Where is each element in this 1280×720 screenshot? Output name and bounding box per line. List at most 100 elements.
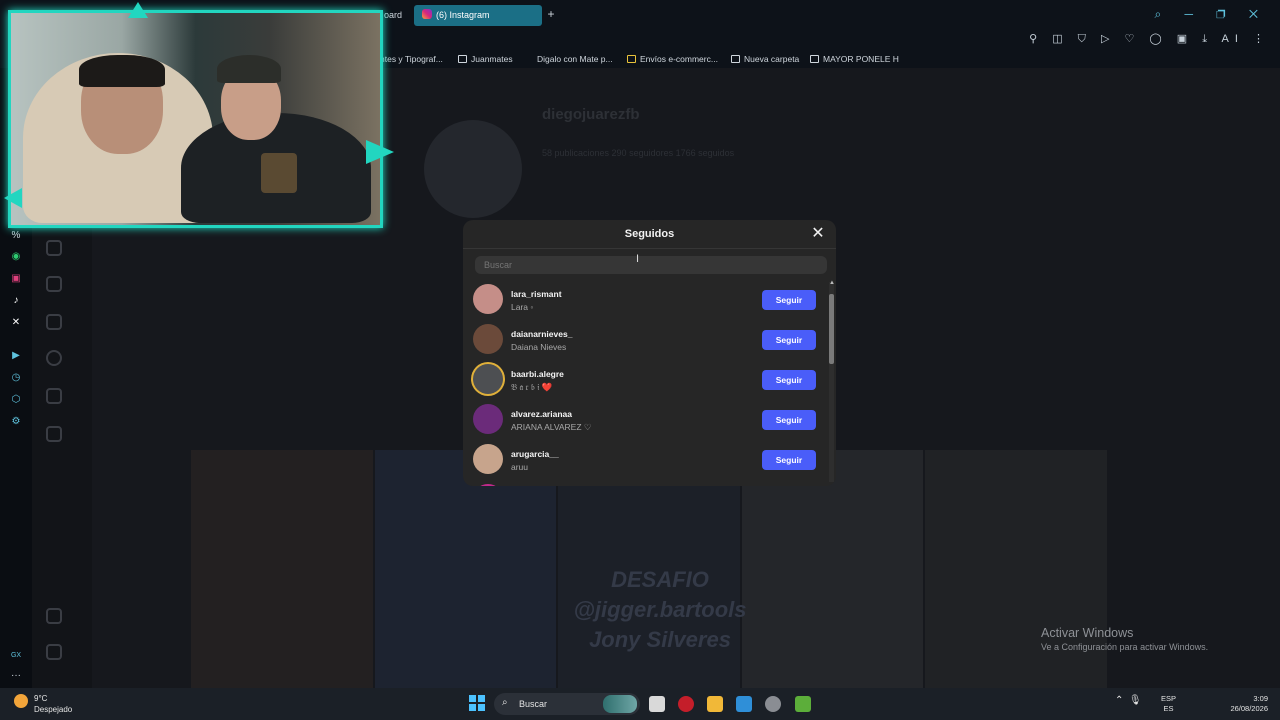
instagram-icon[interactable]: ▣ [10, 273, 22, 285]
following-list: lara_rismant Lara ◦ Seguir daianarnieves… [463, 280, 828, 486]
post-thumbnail [925, 450, 1109, 688]
more-icon[interactable]: ··· [10, 670, 22, 682]
extensions-icon[interactable]: ⬡ [10, 394, 22, 406]
language-top: ESP [1161, 694, 1177, 703]
opera-gx-icon[interactable] [678, 696, 694, 712]
start-button[interactable] [469, 695, 486, 712]
list-item[interactable]: alvarez.arianaa ARIANA ALVAREZ ♡ Seguir [463, 400, 828, 440]
app-icon[interactable] [765, 696, 781, 712]
person-left-hair [79, 55, 165, 87]
bookmark-label: MAYOR PONELE H [823, 54, 899, 64]
instagram-icon [422, 9, 432, 19]
mug [261, 153, 297, 193]
list-item[interactable]: lara_rismant Lara ◦ Seguir [463, 280, 828, 320]
avatar[interactable] [473, 324, 503, 354]
avatar[interactable] [473, 364, 503, 394]
bookmark-label: Envíos e-commerc... [640, 54, 718, 64]
list-item[interactable]: baarbi.alegre 𝔅 𝔞 𝔯 𝔟 𝔦 ❤️ Seguir [463, 360, 828, 400]
bookmark-item[interactable]: Juanmates [458, 54, 513, 64]
following-modal: Seguidos ✕ lara_rismant Lara ◦ Seguir da… [463, 220, 836, 486]
modal-title: Seguidos [624, 228, 675, 240]
bookmark-label: Nueva carpeta [744, 54, 800, 64]
person-right-cap [217, 55, 281, 83]
list-item[interactable]: arugarcia__ aruu Seguir [463, 440, 828, 480]
activation-watermark: Activar Windows Ve a Configuración para … [1041, 626, 1208, 652]
post-thumbnail [191, 450, 375, 688]
search-highlight-image [603, 695, 637, 713]
taskbar-search-label[interactable]: Buscar [519, 699, 547, 709]
scrollbar[interactable] [829, 282, 834, 482]
x-icon[interactable]: ✕ [10, 317, 22, 329]
list-item[interactable] [463, 480, 828, 486]
username[interactable]: baarbi.alegre [511, 369, 564, 379]
new-tab-button[interactable]: + [545, 8, 557, 20]
profile-stats: 58 publicaciones 290 seguidores 1766 seg… [542, 148, 735, 158]
clock[interactable]: 3:09 26/08/2026 [1228, 694, 1268, 714]
windows-logo-icon [469, 704, 476, 711]
full-name: Lara ◦ [511, 302, 534, 312]
ai-button[interactable]: AI [1222, 33, 1244, 45]
windows-logo-icon [478, 695, 485, 702]
follow-button[interactable]: Seguir [762, 330, 816, 350]
weather-description[interactable]: Despejado [34, 705, 72, 714]
system-tray[interactable]: ⌃ 🎙 [1115, 695, 1142, 706]
follow-button[interactable]: Seguir [762, 370, 816, 390]
language-bottom: ES [1163, 704, 1174, 713]
avatar[interactable] [473, 484, 503, 486]
username[interactable]: lara_rismant [511, 289, 562, 299]
toolbar-icons[interactable]: ⚲ ◫ ⛉ ▷ ♡ ◯ ▣ ⤓ AI ⋮ [1029, 32, 1270, 46]
create-icon [46, 426, 62, 442]
menu-icon [46, 608, 62, 624]
list-item[interactable]: daianarnieves_ Daiana Nieves Seguir [463, 320, 828, 360]
search-icon: ⌕ [502, 697, 508, 708]
scroll-up-icon[interactable]: ▲ [829, 280, 835, 286]
heart-icon [46, 388, 62, 404]
task-view-icon[interactable] [649, 696, 665, 712]
profile-avatar [424, 120, 522, 218]
bookmark-item[interactable]: Digalo con Mate p... [537, 54, 613, 64]
photos-icon[interactable] [736, 696, 752, 712]
bookmark-folder[interactable]: Nueva carpeta [731, 54, 799, 64]
follow-button[interactable]: Seguir [762, 450, 816, 470]
search-input[interactable] [475, 256, 827, 274]
frame-triangle-decoration [4, 188, 22, 208]
window-controls[interactable]: ⌕ ─ ❐ ✕ [1154, 7, 1268, 22]
scrollbar-thumb[interactable] [829, 294, 834, 364]
folder-icon [731, 55, 740, 63]
post-line: Jony Silveres [589, 627, 731, 652]
tiktok-icon[interactable]: ♪ [10, 295, 22, 307]
bookmark-item[interactable]: Envíos e-commerc... [627, 54, 718, 64]
bookmark-icon [458, 55, 467, 63]
player-icon[interactable]: ▶ [10, 350, 22, 362]
reels-icon [46, 276, 62, 292]
frame-triangle-decoration [128, 2, 148, 18]
settings-icon[interactable]: ⚙ [10, 416, 22, 428]
history-icon[interactable]: ◷ [10, 372, 22, 384]
tab-instagram[interactable]: (6) Instagram [414, 5, 542, 26]
username[interactable]: arugarcia__ [511, 449, 559, 459]
username[interactable]: daianarnieves_ [511, 329, 572, 339]
bookmark-icon [627, 55, 636, 63]
bookmark-item[interactable]: ntes y Tipograf... [380, 54, 443, 64]
bookmark-item[interactable]: MAYOR PONELE H [810, 54, 899, 64]
post-line: @jigger.bartools [573, 597, 747, 622]
avatar[interactable] [473, 444, 503, 474]
file-explorer-icon[interactable] [707, 696, 723, 712]
follow-button[interactable]: Seguir [762, 410, 816, 430]
follow-button[interactable]: Seguir [762, 290, 816, 310]
sidebar-label: % [11, 230, 21, 241]
post-overlay-text: DESAFIO @jigger.bartools Jony Silveres [560, 565, 760, 655]
activation-title: Activar Windows [1041, 626, 1134, 640]
post-line: DESAFIO [611, 567, 709, 592]
weather-icon[interactable] [14, 694, 28, 708]
bookmark-label: Juanmates [471, 54, 513, 64]
close-icon[interactable]: ✕ [811, 226, 825, 242]
username[interactable]: alvarez.arianaa [511, 409, 572, 419]
avatar[interactable] [473, 284, 503, 314]
avatar[interactable] [473, 404, 503, 434]
text-cursor-icon: I [636, 253, 640, 265]
whatsapp-icon[interactable]: ◉ [10, 251, 22, 263]
weather-temperature[interactable]: 9°C [34, 694, 47, 703]
language-indicator[interactable]: ESP ES [1161, 694, 1176, 714]
app-icon[interactable] [795, 696, 811, 712]
